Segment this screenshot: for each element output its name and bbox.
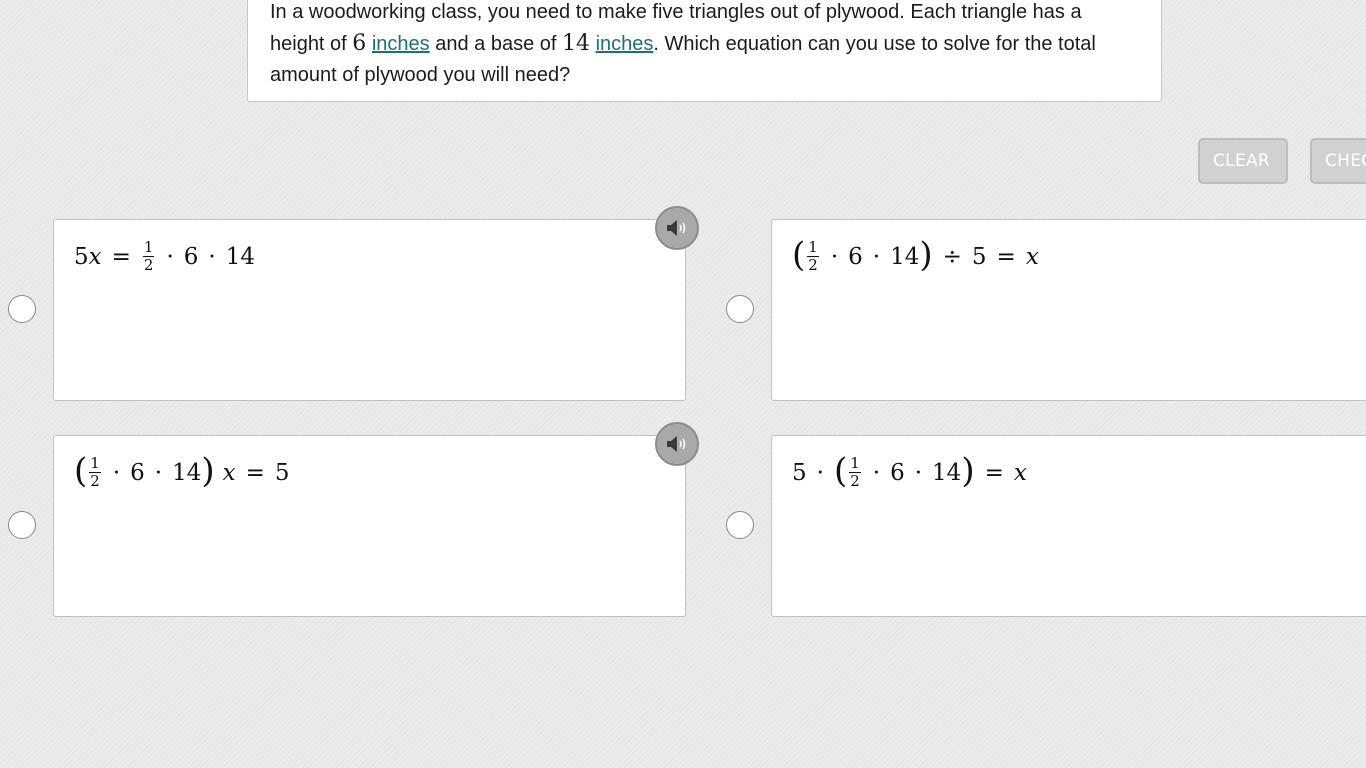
fraction-numerator: 1 — [849, 454, 861, 473]
equals-sign: = — [984, 459, 1004, 486]
term: 14 — [172, 459, 202, 486]
inches-link-2[interactable]: inches — [596, 33, 654, 55]
term: 5 — [74, 243, 89, 270]
multiply-dot: · — [166, 243, 174, 270]
divide-sign: ÷ — [942, 243, 962, 270]
multiply-dot: · — [914, 459, 923, 486]
fraction: 12 — [807, 240, 819, 273]
variable: x — [88, 243, 102, 270]
right-paren: ) — [961, 450, 975, 491]
term: 6 — [130, 459, 145, 486]
fraction-denominator: 2 — [143, 256, 154, 274]
fraction-denominator: 2 — [850, 472, 860, 490]
option-2-radio[interactable] — [726, 295, 754, 323]
option-4-equation: 5 · ( 12 · 6 · 14 ) = x — [792, 450, 1366, 491]
fraction-denominator: 2 — [808, 256, 818, 274]
question-card: In a woodworking class, you need to make… — [247, 0, 1162, 102]
variable: x — [1013, 459, 1027, 486]
fraction-denominator: 2 — [90, 472, 100, 490]
option-3-audio-button[interactable] — [655, 422, 699, 466]
equals-sign: = — [245, 459, 265, 486]
fraction: 12 — [849, 456, 861, 489]
left-paren: ( — [792, 234, 806, 275]
option-1-audio-button[interactable] — [655, 206, 699, 250]
left-paren: ( — [74, 450, 88, 491]
option-3-equation: ( 12 · 6 · 14 ) x = 5 — [74, 450, 665, 491]
option-1-radio[interactable] — [8, 295, 36, 323]
term: 5 — [274, 459, 290, 486]
term: 14 — [225, 243, 255, 270]
term: 5 — [792, 459, 807, 486]
term: 14 — [932, 459, 962, 486]
option-4-card[interactable]: 5 · ( 12 · 6 · 14 ) = x — [771, 435, 1366, 617]
option-3-radio[interactable] — [8, 511, 36, 539]
multiply-dot: · — [208, 243, 216, 270]
speaker-icon — [667, 436, 686, 452]
right-paren: ) — [201, 450, 215, 491]
option-2-equation: ( 12 · 6 · 14 ) ÷ 5 = x — [792, 234, 1366, 275]
multiply-dot: · — [154, 459, 163, 486]
left-paren: ( — [833, 450, 848, 491]
fraction-numerator: 1 — [142, 238, 155, 257]
term: 14 — [890, 243, 920, 270]
right-paren: ) — [919, 234, 933, 275]
option-2-card[interactable]: ( 12 · 6 · 14 ) ÷ 5 = x — [771, 219, 1366, 401]
fraction: 12 — [89, 456, 101, 489]
check-button[interactable]: CHECK — [1310, 138, 1366, 184]
fraction-numerator: 1 — [807, 238, 819, 257]
speaker-icon — [667, 220, 686, 236]
inches-link-1[interactable]: inches — [372, 33, 430, 55]
equals-sign: = — [996, 243, 1016, 270]
equals-sign: = — [111, 243, 131, 270]
multiply-dot: · — [830, 243, 839, 270]
question-text-part-2: and a base of — [429, 33, 562, 55]
height-value: 6 — [352, 31, 367, 56]
option-3-card[interactable]: ( 12 · 6 · 14 ) x = 5 — [53, 435, 686, 617]
variable: x — [222, 459, 236, 486]
term: 6 — [890, 459, 905, 486]
option-1-card[interactable]: 5x = 12 · 6 · 14 — [53, 219, 686, 401]
variable: x — [1025, 243, 1039, 270]
multiply-dot: · — [872, 243, 881, 270]
term: 6 — [183, 243, 199, 270]
term: 6 — [848, 243, 863, 270]
fraction: 12 — [142, 238, 155, 274]
clear-button[interactable]: CLEAR — [1198, 138, 1288, 184]
option-1-equation: 5x = 12 · 6 · 14 — [74, 240, 665, 273]
term: 5 — [971, 243, 987, 270]
fraction-numerator: 1 — [89, 454, 101, 473]
multiply-dot: · — [112, 459, 121, 486]
multiply-dot: · — [816, 459, 824, 486]
option-4-radio[interactable] — [726, 511, 754, 539]
base-value: 14 — [562, 31, 590, 56]
multiply-dot: · — [872, 459, 881, 486]
